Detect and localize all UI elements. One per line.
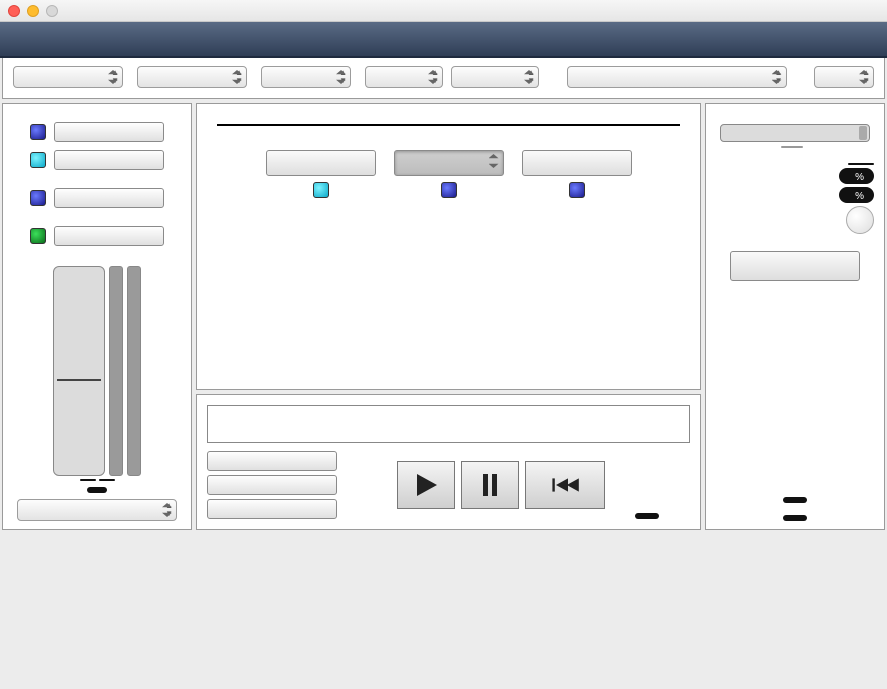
question-led-icon[interactable] xyxy=(441,182,457,198)
output-db-value xyxy=(80,479,96,481)
block-diagram-button[interactable] xyxy=(783,515,807,521)
close-icon[interactable] xyxy=(8,5,20,17)
audio-onoff-button[interactable] xyxy=(54,226,164,246)
minimize-icon[interactable] xyxy=(27,5,39,17)
select-all-button[interactable] xyxy=(207,451,337,471)
open-audio-prefs-button[interactable] xyxy=(87,487,107,493)
pause-icon xyxy=(475,470,505,500)
question-score-value: % xyxy=(839,168,874,184)
reset-counter-button[interactable] xyxy=(846,206,874,234)
bypass-button[interactable] xyxy=(266,150,376,176)
output-db-unit xyxy=(99,479,115,481)
your-response-button[interactable] xyxy=(522,150,632,176)
time-limit-value xyxy=(781,146,803,148)
response-panel xyxy=(196,103,701,390)
output-fader[interactable] xyxy=(53,266,105,476)
practice-type-select[interactable]: ▲▼ xyxy=(13,66,123,88)
check-answer-button[interactable] xyxy=(730,251,860,281)
rewind-button[interactable] xyxy=(525,461,605,509)
sound-file-display xyxy=(207,405,690,443)
mono-button[interactable] xyxy=(54,188,164,208)
divider xyxy=(217,124,680,126)
your-response-led-icon[interactable] xyxy=(569,182,585,198)
freq-range-low-select[interactable]: ▲▼ xyxy=(365,66,443,88)
question-button[interactable] xyxy=(394,150,504,176)
rewind-icon xyxy=(550,470,580,500)
audio-driver-select[interactable]: ▲▼ xyxy=(17,499,177,521)
zoom-icon[interactable] xyxy=(46,5,58,17)
playback-time xyxy=(635,513,659,519)
num-bands-select[interactable]: ▲▼ xyxy=(261,66,351,88)
q-select[interactable]: ▲▼ xyxy=(814,66,874,88)
clear-sound-button[interactable] xyxy=(207,499,337,519)
average-score-value: % xyxy=(839,187,874,203)
output-meter-r xyxy=(127,266,141,476)
play-button[interactable] xyxy=(397,461,455,509)
play-icon xyxy=(411,470,441,500)
titlebar xyxy=(0,0,887,22)
gain-combo-select[interactable]: ▲▼ xyxy=(567,66,787,88)
load-sound-button[interactable] xyxy=(207,475,337,495)
bypass-led-icon[interactable] xyxy=(313,182,329,198)
settings-row: ▲▼ ▲▼ ▲▼ ▲▼ ▲▼ ▲▼ ▲▼ xyxy=(2,58,885,99)
transport-panel xyxy=(196,394,701,530)
current-question-value xyxy=(848,163,874,165)
time-limit-slider[interactable] xyxy=(720,124,870,142)
freq-range-high-select[interactable]: ▲▼ xyxy=(451,66,539,88)
pink-noise-button[interactable] xyxy=(54,122,164,142)
sound-file-button[interactable] xyxy=(54,150,164,170)
monitor-panel: ▲▼ xyxy=(2,103,192,530)
pink-noise-led-icon[interactable] xyxy=(30,124,46,140)
audio-onoff-led-icon[interactable] xyxy=(30,228,46,244)
app-banner xyxy=(0,22,887,58)
pause-button[interactable] xyxy=(461,461,519,509)
sound-file-led-icon[interactable] xyxy=(30,152,46,168)
mono-led-icon[interactable] xyxy=(30,190,46,206)
freq-res-select[interactable]: ▲▼ xyxy=(137,66,247,88)
keyboard-shortcuts-button[interactable] xyxy=(783,497,807,503)
output-meter-l xyxy=(109,266,123,476)
score-panel: % % xyxy=(705,103,885,530)
